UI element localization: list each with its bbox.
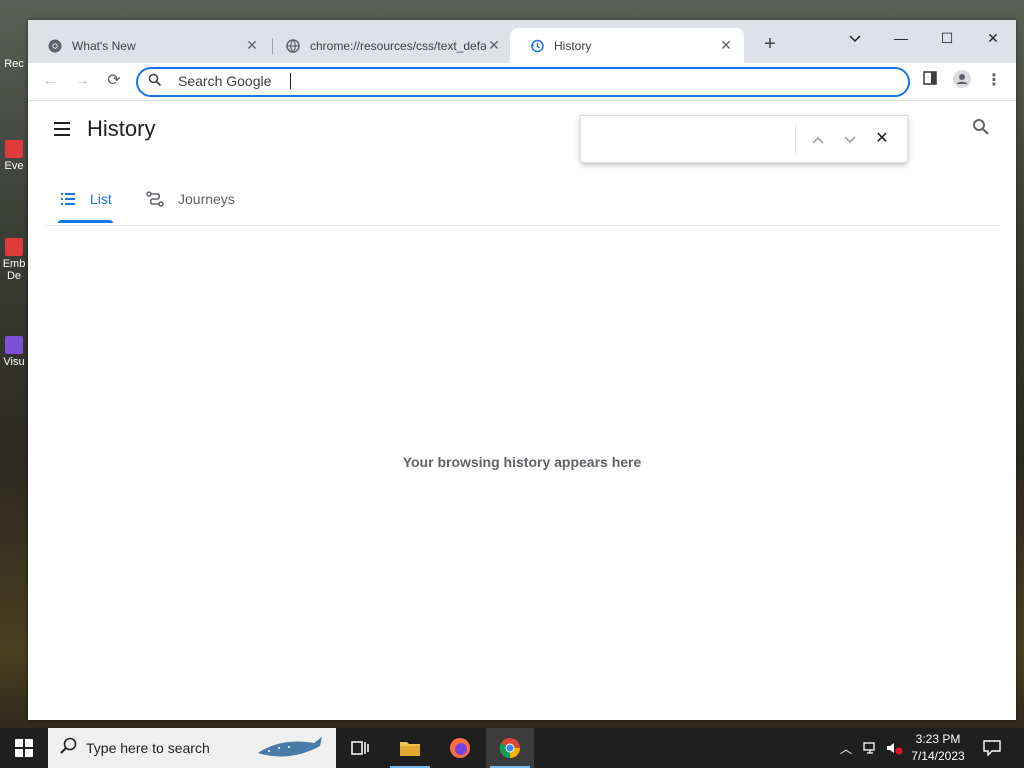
taskbar: Type here to search ︿ 3:23 PM 7/14/2023 <box>0 728 1024 768</box>
omnibox[interactable] <box>136 67 910 97</box>
notification-icon <box>983 740 1001 756</box>
history-icon <box>530 39 544 53</box>
find-bar: ✕ <box>580 115 908 163</box>
side-panel-icon <box>923 71 937 85</box>
hamburger-menu-icon[interactable] <box>52 119 72 139</box>
tab-history[interactable]: History ✕ <box>510 28 744 63</box>
forward-button[interactable]: → <box>70 69 94 93</box>
windows-logo-icon <box>15 739 33 757</box>
desktop-icon-visu[interactable]: Visu <box>0 336 28 368</box>
desktop-icon-rec[interactable]: Rec <box>0 58 28 70</box>
firefox-icon <box>450 738 470 758</box>
chevron-up-icon <box>812 136 824 144</box>
menu-button[interactable]: ⋮ <box>982 69 1006 93</box>
tab-title: chrome://resources/css/text_defa <box>310 38 486 53</box>
network-icon[interactable] <box>860 728 882 768</box>
find-previous-button[interactable] <box>807 128 829 150</box>
search-history-button[interactable] <box>972 118 990 141</box>
active-tab-indicator <box>58 220 113 223</box>
clock-time: 3:23 PM <box>915 732 961 746</box>
tab-css-resource[interactable]: chrome://resources/css/text_defa ✕ <box>266 28 512 63</box>
app-icon <box>5 238 23 256</box>
find-close-button[interactable]: ✕ <box>871 128 893 150</box>
history-page: History ✕ List Journeys Your browsing hi… <box>28 101 1016 720</box>
tab-label: List <box>90 190 112 207</box>
chevron-down-icon <box>844 136 856 144</box>
clock-date: 7/14/2023 <box>911 749 965 763</box>
firefox-button[interactable] <box>436 728 484 768</box>
new-tab-button[interactable]: + <box>760 34 780 54</box>
chrome-logo-icon <box>499 738 520 759</box>
app-icon <box>5 336 23 354</box>
tab-label: Journeys <box>178 190 235 207</box>
file-explorer-button[interactable] <box>386 728 434 768</box>
maximize-button[interactable]: ☐ <box>924 24 970 52</box>
tab-search-button[interactable] <box>832 24 878 52</box>
find-divider <box>795 125 796 153</box>
find-next-button[interactable] <box>839 128 861 150</box>
close-tab-icon[interactable]: ✕ <box>486 37 502 54</box>
whale-shark-illustration <box>257 737 322 757</box>
browser-window: What's New ✕ chrome://resources/css/text… <box>28 20 1016 720</box>
chevron-down-icon <box>849 35 861 43</box>
journeys-icon <box>146 190 164 207</box>
profile-button[interactable] <box>950 69 974 93</box>
desktop-icon-emb[interactable]: Emb De <box>0 238 28 282</box>
taskbar-search-placeholder: Type here to search <box>86 740 210 756</box>
tab-strip: What's New ✕ chrome://resources/css/text… <box>28 20 1016 63</box>
side-panel-button[interactable] <box>918 69 942 93</box>
taskbar-search-box[interactable]: Type here to search <box>48 728 336 768</box>
chrome-button[interactable] <box>486 728 534 768</box>
close-window-button[interactable]: ✕ <box>970 24 1016 52</box>
tab-journeys[interactable]: Journeys <box>146 173 235 224</box>
task-view-icon <box>351 741 369 755</box>
volume-muted-icon[interactable] <box>884 728 906 768</box>
page-title: History <box>87 116 156 141</box>
empty-history-message: Your browsing history appears here <box>402 454 642 470</box>
system-clock[interactable]: 3:23 PM 7/14/2023 <box>906 731 970 765</box>
notification-center-button[interactable] <box>978 728 1006 768</box>
tab-whats-new[interactable]: What's New ✕ <box>28 28 270 63</box>
tab-list[interactable]: List <box>60 173 112 224</box>
search-icon <box>973 119 989 135</box>
text-caret <box>290 73 291 89</box>
desktop-icon-eve[interactable]: Eve <box>0 140 28 172</box>
history-tabs: List Journeys <box>42 173 1000 226</box>
show-hidden-icons-button[interactable]: ︿ <box>836 728 856 768</box>
tab-title: What's New <box>72 38 136 53</box>
task-view-button[interactable] <box>336 728 384 768</box>
chrome-logo-icon <box>48 39 62 53</box>
avatar-icon <box>953 70 971 88</box>
omnibox-input[interactable] <box>178 72 878 90</box>
browser-toolbar: ← → ⟳ ⋮ <box>28 63 1016 101</box>
app-icon <box>5 140 23 158</box>
minimize-button[interactable]: — <box>878 24 924 52</box>
find-input[interactable] <box>591 126 790 152</box>
tab-title: History <box>554 38 592 53</box>
reload-button[interactable]: ⟳ <box>102 69 126 93</box>
close-tab-icon[interactable]: ✕ <box>244 37 260 54</box>
globe-icon <box>286 38 300 53</box>
start-button[interactable] <box>0 728 48 768</box>
list-icon <box>60 192 76 206</box>
back-button[interactable]: ← <box>38 69 62 93</box>
search-icon <box>148 73 162 92</box>
folder-icon <box>400 742 420 756</box>
search-icon <box>60 737 78 760</box>
close-tab-icon[interactable]: ✕ <box>718 37 734 54</box>
